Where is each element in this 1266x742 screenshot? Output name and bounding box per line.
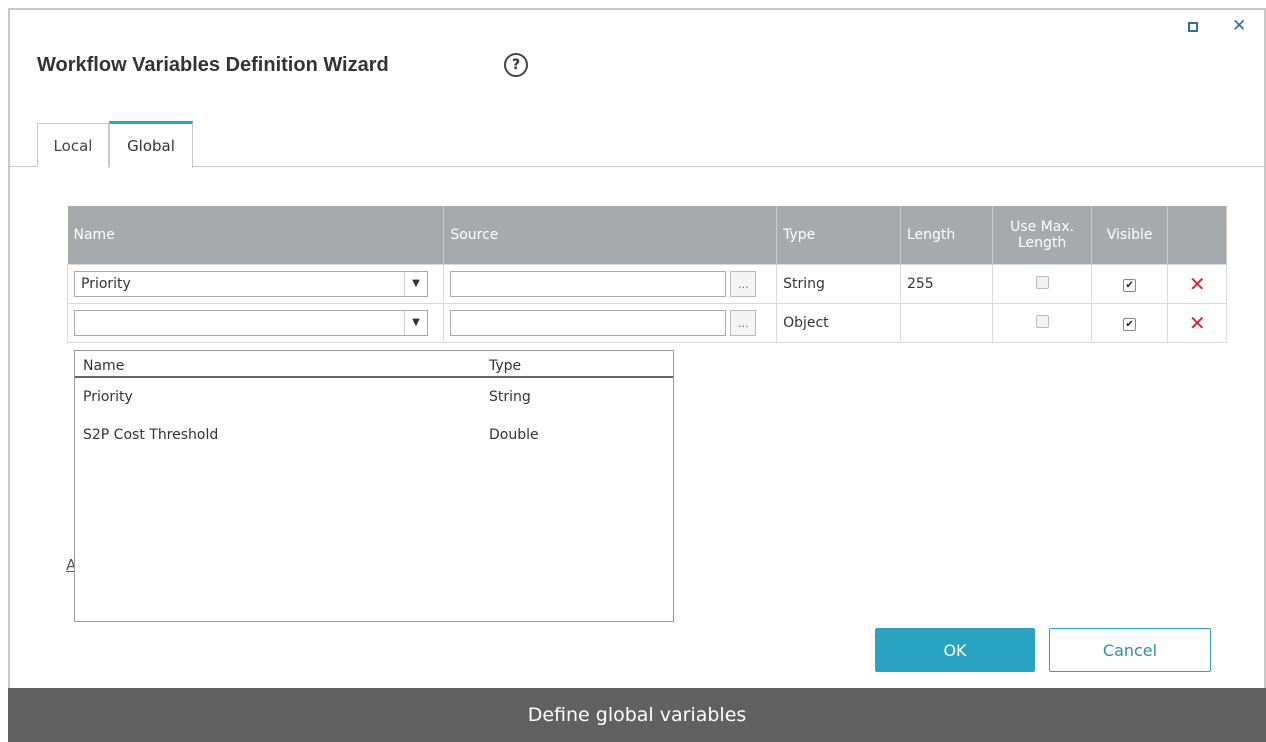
chevron-down-icon[interactable]: ▼ bbox=[404, 311, 427, 335]
browse-button[interactable]: ... bbox=[730, 310, 757, 336]
length-cell bbox=[899, 303, 994, 343]
table-header-row: Name Source Type Length Use Max. Length … bbox=[67, 206, 1227, 265]
list-item-type: String bbox=[489, 389, 531, 405]
tabs-divider bbox=[10, 166, 1264, 167]
wizard-dialog: ✕ Workflow Variables Definition Wizard ?… bbox=[8, 8, 1266, 742]
dialog-title: Workflow Variables Definition Wizard bbox=[37, 54, 389, 76]
table-row: Priority ▼ ... String 255 ✔ ✕ bbox=[66, 264, 1227, 304]
name-combobox-value: Priority bbox=[81, 276, 131, 292]
list-item[interactable]: S2P Cost Threshold Double bbox=[75, 416, 673, 454]
close-icon[interactable]: ✕ bbox=[1232, 18, 1246, 35]
column-header-actions bbox=[1167, 206, 1227, 265]
tab-local[interactable]: Local bbox=[37, 123, 109, 167]
visible-checkbox[interactable]: ✔ bbox=[1123, 279, 1137, 292]
maximize-icon[interactable] bbox=[1188, 22, 1198, 32]
chevron-down-icon[interactable]: ▼ bbox=[404, 272, 427, 296]
delete-icon[interactable]: ✕ bbox=[1189, 311, 1206, 335]
use-max-length-checkbox[interactable] bbox=[1035, 314, 1049, 328]
help-icon[interactable]: ? bbox=[504, 53, 528, 77]
delete-icon[interactable]: ✕ bbox=[1189, 272, 1206, 296]
dropdown-header-type: Type bbox=[489, 358, 522, 374]
type-cell: String bbox=[776, 264, 901, 304]
dropdown-header: Name Type bbox=[75, 351, 673, 378]
list-item-type: Double bbox=[489, 427, 539, 443]
visible-checkbox[interactable]: ✔ bbox=[1123, 318, 1137, 331]
name-combobox[interactable]: ▼ bbox=[74, 310, 428, 336]
table-row: ▼ ... Object ✔ ✕ bbox=[66, 303, 1227, 343]
source-input[interactable] bbox=[450, 271, 727, 297]
list-item-name: Priority bbox=[83, 389, 133, 405]
dropdown-header-name: Name bbox=[83, 358, 125, 374]
name-dropdown-list: Name Type Priority String S2P Cost Thres… bbox=[74, 350, 674, 622]
column-header-name[interactable]: Name bbox=[67, 206, 445, 265]
ok-button[interactable]: OK bbox=[875, 628, 1035, 672]
name-combobox[interactable]: Priority ▼ bbox=[74, 271, 428, 297]
list-item-name: S2P Cost Threshold bbox=[83, 427, 219, 443]
length-cell: 255 bbox=[899, 264, 994, 304]
variables-table: Name Source Type Length Use Max. Length … bbox=[66, 206, 1227, 343]
cancel-button[interactable]: Cancel bbox=[1049, 628, 1211, 672]
use-max-length-checkbox[interactable] bbox=[1035, 275, 1049, 289]
source-input[interactable] bbox=[450, 310, 727, 336]
tab-global[interactable]: Global bbox=[109, 121, 193, 168]
column-header-length[interactable]: Length bbox=[900, 206, 994, 265]
column-header-source[interactable]: Source bbox=[443, 206, 778, 265]
column-header-visible[interactable]: Visible bbox=[1091, 206, 1169, 265]
column-header-use-max-length[interactable]: Use Max. Length bbox=[992, 206, 1092, 265]
list-item[interactable]: Priority String bbox=[75, 378, 673, 416]
column-header-type[interactable]: Type bbox=[776, 206, 901, 265]
browse-button[interactable]: ... bbox=[730, 271, 757, 297]
type-cell: Object bbox=[776, 303, 901, 343]
caption-bar: Define global variables bbox=[8, 688, 1266, 742]
